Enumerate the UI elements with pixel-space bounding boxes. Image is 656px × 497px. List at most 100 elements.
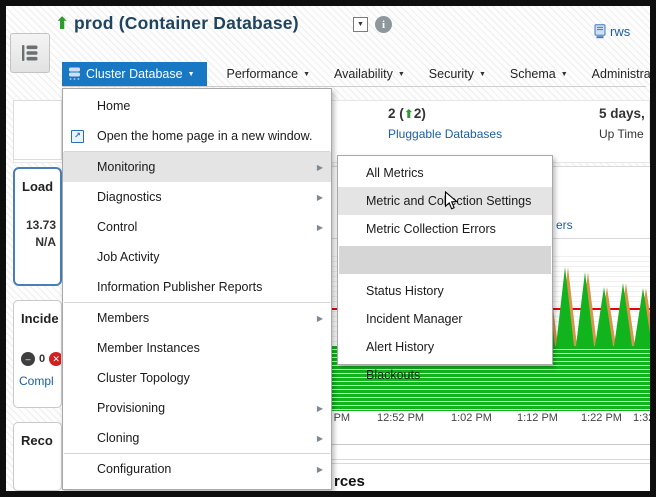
submenu-item-label: Alert History [366,340,434,354]
submenu-arrow-icon: ▶ [317,163,323,172]
menu-item[interactable]: ↗ Cloning ▶ [63,423,331,453]
incident-badges: – 0 ✕ [21,352,61,366]
incidents-card-title: Incide [14,301,61,326]
submenu-arrow-icon: ▶ [317,404,323,413]
host-icon [594,24,606,39]
x-axis-tick-label: 1:22 PM [581,412,622,424]
members-link-fragment[interactable]: ers [556,218,573,232]
navbar-item[interactable]: Performance ▼ [223,62,315,86]
menu-item[interactable]: ↗ Job Activity ▶ [63,242,331,272]
database-icon [68,67,81,81]
menu-item[interactable]: ↗ Diagnostics ▶ [63,182,331,212]
menu-item-label: Provisioning [97,401,165,415]
load-card: Load 13.73 N/A [13,167,62,286]
navbar-item-label: Security [429,67,474,81]
x-axis-tick-label: 1:32 PM [633,412,650,424]
load-card-title: Load [15,169,60,194]
navbar-item[interactable]: Security ▼ [425,62,490,86]
submenu-arrow-icon: ▶ [317,193,323,202]
chart-spike [595,287,613,346]
chevron-down-icon: ▼ [398,71,405,78]
menu-item-label: Home [97,99,130,113]
menu-item[interactable]: ↗ Monitoring ▶ [63,152,331,182]
navbar-item-label: Administration [592,67,656,81]
navbar-item-label: Availability [334,67,393,81]
uptime-value: 5 days, 2 [599,106,650,121]
minus-badge-icon: – [21,352,35,366]
incident-count: 0 [39,353,45,365]
navbar-item-label: Performance [227,67,299,81]
host-name-label: rws [610,24,630,39]
menu-item-label: Member Instances [97,341,200,355]
host-indicator[interactable]: rws [594,24,648,39]
open-new-window-icon: ↗ [71,130,84,143]
submenu-item[interactable]: Incident Manager ▶ [338,305,552,333]
info-icon[interactable]: i [375,16,392,33]
submenu-item[interactable] [339,246,551,274]
submenu-item-label: Incident Manager [366,312,463,326]
submenu-item[interactable]: Alert History ▶ [338,333,552,361]
menu-item-label: Open the home page in a new window. [97,129,312,143]
menu-item[interactable]: ↗ Home ▶ [63,91,331,121]
submenu-arrow-icon: ▶ [317,465,323,474]
menu-item-label: Cluster Topology [97,371,190,385]
monitoring-submenu: All Metrics ▶ Metric and Collection Sett… [337,155,553,365]
navbar-item[interactable]: Administration ▼ [588,62,656,86]
menu-item[interactable]: ↗ Information Publisher Reports ▶ [63,272,331,302]
cluster-database-menu: ↗ Home ▶ ↗ Open the home page in a new w… [62,88,332,490]
target-navbar: Cluster Database ▼ Performance ▼ Availab… [62,62,646,87]
submenu-item-label: All Metrics [366,166,424,180]
menu-item-label: Configuration [97,462,171,476]
menu-item[interactable]: ↗ Provisioning ▶ [63,393,331,423]
chart-spike [614,283,632,346]
menu-item-label: Monitoring [97,160,155,174]
menu-item-label: Control [97,220,137,234]
chevron-down-icon: ▼ [561,71,568,78]
menu-item[interactable]: ↗ Control ▶ [63,212,331,242]
navbar-item-label: Schema [510,67,556,81]
submenu-item[interactable]: Status History ▶ [338,277,552,305]
navbar-item[interactable]: Schema ▼ [506,62,572,86]
menu-item-label: Members [97,311,149,325]
submenu-item[interactable]: All Metrics ▶ [338,159,552,187]
recommendations-card-title: Reco [14,423,61,448]
navbar-item[interactable]: Cluster Database ▼ [62,62,207,86]
x-axis-tick-label: 1:02 PM [451,412,492,424]
menu-item[interactable]: ↗ Cluster Topology ▶ [63,363,331,393]
navbar-item-label: Cluster Database [86,67,183,81]
submenu-arrow-icon: ▶ [317,314,323,323]
chevron-down-icon: ▼ [303,71,310,78]
incidents-card: Incide – 0 ✕ Compl [13,300,62,408]
pluggable-databases-link[interactable]: Pluggable Databases [388,127,502,141]
x-axis-tick-label: 1:12 PM [517,412,558,424]
app-window: ⬆ prod (Container Database) ▼ i rws Clus… [0,0,656,497]
chart-spike [576,272,594,346]
uptime-label: Up Time [599,127,644,141]
menu-item[interactable]: ↗ Member Instances ▶ [63,333,331,363]
sidebar-toggle-button[interactable] [10,33,50,73]
compliance-link[interactable]: Compl [14,366,61,388]
submenu-item-label: Blackouts [366,368,420,382]
menu-item-label: Job Activity [97,250,160,264]
submenu-item[interactable]: Blackouts ▶ [338,361,552,389]
navbar-item[interactable]: Availability ▼ [330,62,409,86]
menu-item[interactable]: ↗ Members ▶ [63,303,331,333]
chevron-down-icon: ▼ [188,71,195,78]
recommendations-card: Reco [13,422,62,491]
resources-heading-fragment: rces [334,473,365,490]
page-title: prod (Container Database) [74,13,299,34]
menu-item-label: Diagnostics [97,190,162,204]
target-dropdown-button[interactable]: ▼ [353,17,368,32]
tree-toggle-icon [19,43,41,63]
summary-card [13,100,62,160]
up-arrow-icon: ⬆ [404,107,414,121]
submenu-item-label: Metric Collection Errors [366,222,496,236]
critical-badge-icon: ✕ [49,352,62,366]
menu-item[interactable]: ↗ Open the home page in a new window. ▶ [63,121,331,151]
load-value-secondary: N/A [15,235,60,249]
menu-item[interactable]: ↗ Configuration ▶ [63,454,331,484]
x-axis-tick-label: 12:52 PM [377,412,424,424]
menu-item-label: Information Publisher Reports [97,280,262,294]
submenu-item[interactable]: Metric Collection Errors ▶ [338,215,552,243]
mouse-cursor [444,191,459,217]
